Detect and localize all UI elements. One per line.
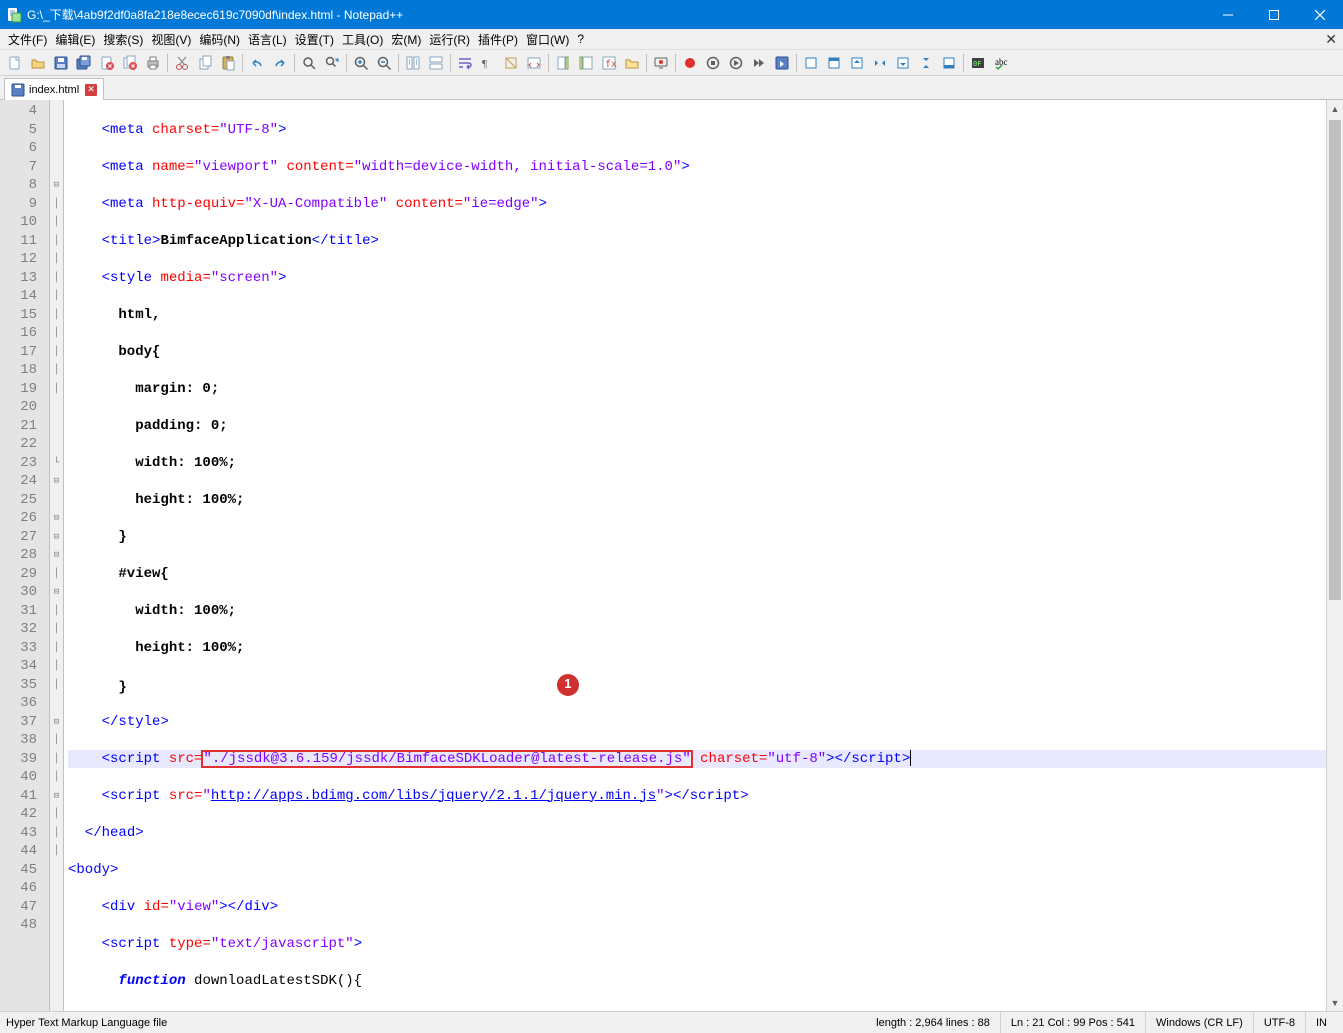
copy-button[interactable]: [194, 52, 216, 74]
code-area[interactable]: <meta charset="UTF-8"> <meta name="viewp…: [64, 100, 1326, 1011]
line-number-gutter: 4567891011121314151617181920212223242526…: [0, 100, 50, 1011]
minimize-button[interactable]: [1205, 0, 1251, 29]
status-insert-mode[interactable]: IN: [1306, 1012, 1337, 1033]
app-icon: [6, 7, 22, 23]
file-saved-icon: [11, 83, 25, 97]
sync-h-button[interactable]: [425, 52, 447, 74]
new-file-button[interactable]: [4, 52, 26, 74]
undo-button[interactable]: [246, 52, 268, 74]
menu-help[interactable]: ?: [573, 31, 588, 47]
save-all-button[interactable]: [73, 52, 95, 74]
menu-plugins[interactable]: 插件(P): [474, 30, 522, 49]
title-bar: G:\_下载\4ab9f2df0a8fa218e8ecec619c7090df\…: [0, 0, 1343, 29]
folder-view-button[interactable]: [621, 52, 643, 74]
window-title: G:\_下载\4ab9f2df0a8fa218e8ecec619c7090df\…: [27, 6, 1205, 23]
cmp-clear-button[interactable]: [800, 52, 822, 74]
cmp-set-button[interactable]: [869, 52, 891, 74]
find-button[interactable]: [298, 52, 320, 74]
text-cursor: [910, 750, 911, 766]
macro-stop-button[interactable]: [702, 52, 724, 74]
scroll-thumb[interactable]: [1329, 120, 1341, 600]
menu-window[interactable]: 窗口(W): [522, 30, 573, 49]
vertical-scrollbar[interactable]: ▲ ▼: [1326, 100, 1343, 1011]
maximize-button[interactable]: [1251, 0, 1297, 29]
doc-map-button[interactable]: [552, 52, 574, 74]
menu-bar: 文件(F) 编辑(E) 搜索(S) 视图(V) 编码(N) 语言(L) 设置(T…: [0, 29, 1343, 50]
macro-play-button[interactable]: [725, 52, 747, 74]
cmp-prev-button[interactable]: [846, 52, 868, 74]
status-language: Hyper Text Markup Language file: [6, 1017, 167, 1029]
macro-save-button[interactable]: [771, 52, 793, 74]
cmp-first-button[interactable]: [823, 52, 845, 74]
func-list-button[interactable]: fx: [598, 52, 620, 74]
fold-gutter[interactable]: ⊟│││││││││││└⊟⊟⊟⊟│⊟│││││⊟│││⊟│││: [50, 100, 64, 1011]
menu-macro[interactable]: 宏(M): [387, 30, 425, 49]
scroll-down-icon[interactable]: ▼: [1327, 994, 1343, 1011]
paste-button[interactable]: [217, 52, 239, 74]
highlight-box-1: "./jssdk@3.6.159/jssdk/BimfaceSDKLoader@…: [202, 751, 691, 767]
menu-edit[interactable]: 编辑(E): [51, 30, 99, 49]
cmp-next-button[interactable]: [892, 52, 914, 74]
menu-run[interactable]: 运行(R): [425, 30, 474, 49]
svg-text:0F: 0F: [973, 60, 981, 68]
macro-record-button[interactable]: [679, 52, 701, 74]
menu-view[interactable]: 视图(V): [147, 30, 195, 49]
doc-list-button[interactable]: [575, 52, 597, 74]
menu-language[interactable]: 语言(L): [244, 30, 291, 49]
close-all-button[interactable]: [119, 52, 141, 74]
cut-button[interactable]: [171, 52, 193, 74]
monitor-button[interactable]: [650, 52, 672, 74]
print-button[interactable]: [142, 52, 164, 74]
close-file-button[interactable]: [96, 52, 118, 74]
spell-button[interactable]: abc: [990, 52, 1012, 74]
cmp-nav-button[interactable]: [938, 52, 960, 74]
indent-guide-button[interactable]: [500, 52, 522, 74]
menu-encoding[interactable]: 编码(N): [195, 30, 244, 49]
cmp-last-button[interactable]: [915, 52, 937, 74]
tab-index-html[interactable]: index.html ✕: [4, 78, 104, 100]
tab-bar: index.html ✕: [0, 76, 1343, 100]
svg-text:¶: ¶: [482, 58, 487, 70]
close-button[interactable]: [1297, 0, 1343, 29]
tab-label: index.html: [29, 84, 79, 96]
save-button[interactable]: [50, 52, 72, 74]
status-length: length : 2,964 lines : 88: [866, 1012, 1001, 1033]
menu-file[interactable]: 文件(F): [4, 30, 51, 49]
status-encoding[interactable]: UTF-8: [1254, 1012, 1306, 1033]
menu-search[interactable]: 搜索(S): [99, 30, 147, 49]
menu-settings[interactable]: 设置(T): [291, 30, 338, 49]
status-position: Ln : 21 Col : 99 Pos : 541: [1001, 1012, 1146, 1033]
toolbar: ¶ fx 0F abc: [0, 50, 1343, 76]
open-file-button[interactable]: [27, 52, 49, 74]
svg-text:fx: fx: [605, 59, 617, 70]
zoom-in-button[interactable]: [350, 52, 372, 74]
tab-close-icon[interactable]: ✕: [85, 84, 97, 96]
menu-tools[interactable]: 工具(O): [338, 30, 387, 49]
zoom-out-button[interactable]: [373, 52, 395, 74]
macro-play-multi-button[interactable]: [748, 52, 770, 74]
status-bar: Hyper Text Markup Language file length :…: [0, 1011, 1343, 1033]
wordwrap-button[interactable]: [454, 52, 476, 74]
annotation-badge-1: 1: [557, 674, 579, 696]
editor-area: 4567891011121314151617181920212223242526…: [0, 100, 1343, 1011]
sync-v-button[interactable]: [402, 52, 424, 74]
status-eol[interactable]: Windows (CR LF): [1146, 1012, 1254, 1033]
redo-button[interactable]: [269, 52, 291, 74]
replace-button[interactable]: [321, 52, 343, 74]
menubar-close-button[interactable]: ✕: [1325, 31, 1337, 48]
hex-button[interactable]: 0F: [967, 52, 989, 74]
scroll-up-icon[interactable]: ▲: [1327, 100, 1343, 117]
user-lang-button[interactable]: [523, 52, 545, 74]
show-all-chars-button[interactable]: ¶: [477, 52, 499, 74]
